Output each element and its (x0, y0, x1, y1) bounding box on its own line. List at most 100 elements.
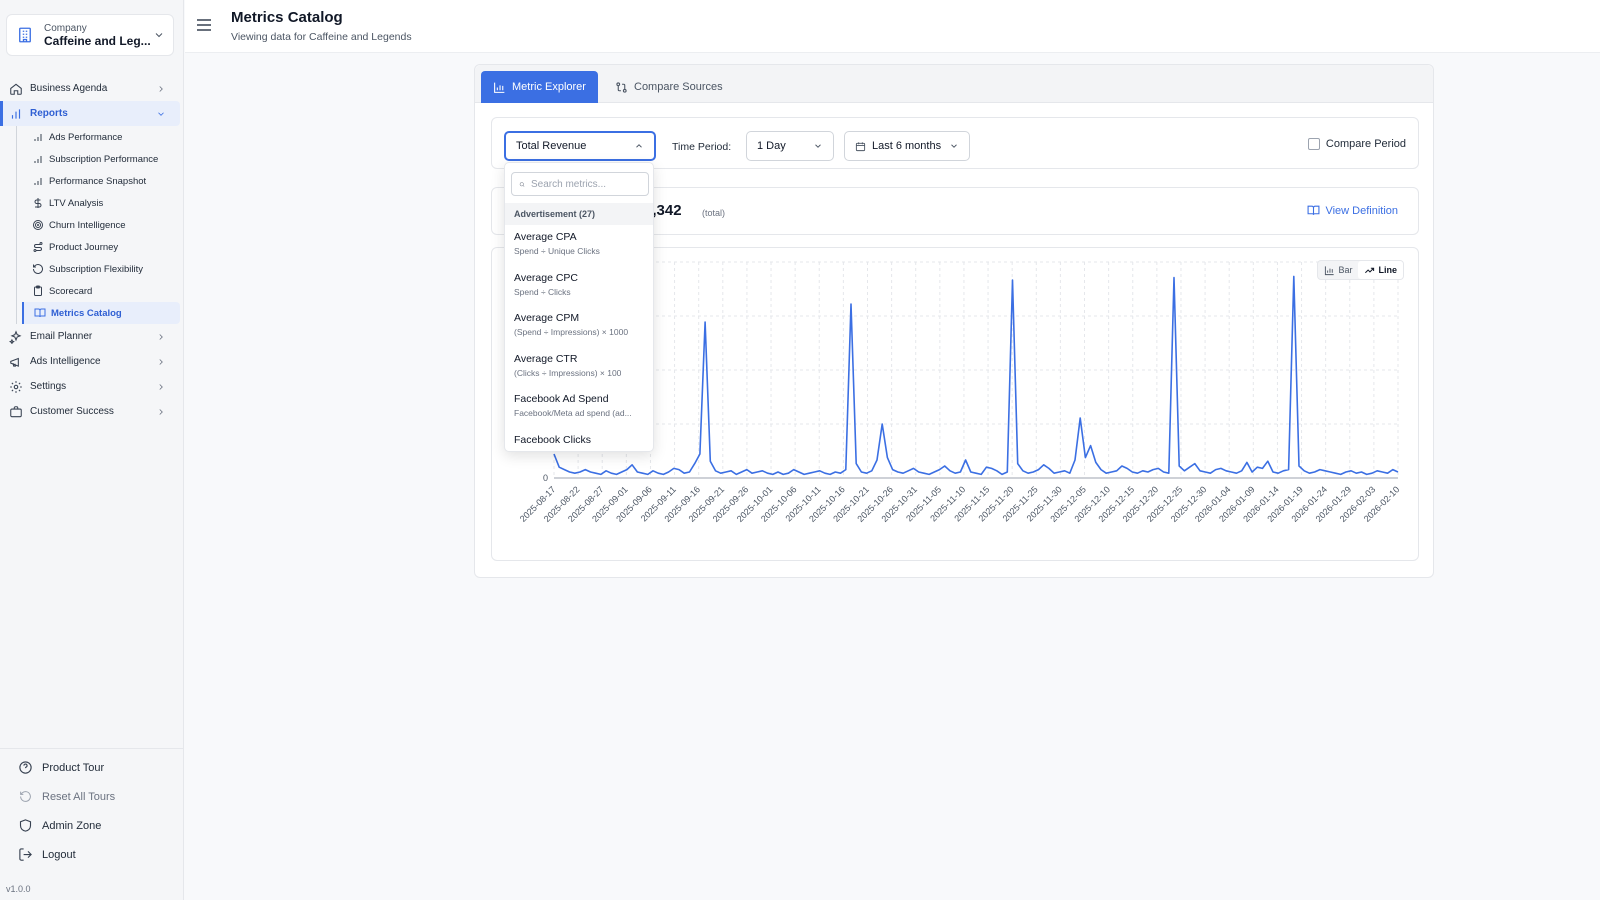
nav-ads-intelligence[interactable]: Ads Intelligence (0, 349, 180, 374)
tab-label: Compare Sources (634, 81, 723, 93)
nav-reports[interactable]: Reports (0, 101, 180, 126)
bar-chart-icon (1325, 265, 1335, 275)
metric-option[interactable]: Average CPA Spend ÷ Unique Clicks (505, 227, 653, 268)
book-open-icon (1307, 205, 1320, 215)
megaphone-icon (9, 355, 23, 369)
metric-option[interactable]: Average CPM (Spend ÷ Impressions) × 1000 (505, 308, 653, 349)
nav-email-planner[interactable]: Email Planner (0, 324, 180, 349)
metric-option-formula: Spend ÷ Unique Clicks (514, 246, 600, 256)
bar-toggle-label: Bar (1338, 265, 1353, 275)
nav-subscription-flexibility[interactable]: Subscription Flexibility (0, 258, 180, 280)
app-version: v1.0.0 (6, 884, 31, 894)
metric-option-name: Average CPC (514, 271, 579, 284)
logout-button[interactable]: Logout (0, 840, 184, 869)
nav-label: Churn Intelligence (49, 219, 126, 231)
main-nav: Business Agenda Reports Ads Performance … (0, 76, 184, 424)
product-tour-button[interactable]: Product Tour (0, 753, 184, 782)
compare-period-checkbox[interactable] (1307, 138, 1320, 150)
metric-select[interactable]: Total Revenue (504, 131, 656, 161)
metric-option-name: Average CPA (514, 231, 577, 243)
nav-label: Reports (30, 108, 68, 119)
company-switcher[interactable]: Company Caffeine and Leg... (6, 14, 174, 56)
nav-subscription-performance[interactable]: Subscription Performance (0, 148, 180, 170)
metric-option-formula: (Clicks ÷ Impressions) × 100 (514, 367, 622, 378)
route-icon (32, 241, 44, 253)
bar-chart-icon (493, 81, 506, 94)
series-line (553, 275, 1399, 476)
metric-option[interactable]: Facebook Clicks (505, 430, 653, 452)
metric-search-input[interactable] (531, 178, 641, 190)
product-tour-label: Product Tour (42, 761, 105, 774)
rotate-icon (18, 789, 33, 804)
dollar-icon (32, 197, 44, 209)
nav-label: LTV Analysis (49, 197, 104, 209)
total-label: (total) (702, 208, 726, 218)
help-circle-icon (18, 760, 33, 775)
sidebar: Company Caffeine and Leg... Business Age… (0, 0, 184, 900)
nav-ltv-analysis[interactable]: LTV Analysis (0, 192, 180, 214)
nav-performance-snapshot[interactable]: Performance Snapshot (0, 170, 180, 192)
menu-icon[interactable] (196, 18, 212, 32)
bar-chart-icon (32, 131, 44, 143)
nav-ads-performance[interactable]: Ads Performance (0, 126, 180, 148)
logout-icon (18, 847, 33, 862)
reset-tours-label: Reset All Tours (42, 790, 116, 803)
tab-compare-sources[interactable]: Compare Sources (603, 71, 735, 103)
nav-metrics-catalog[interactable]: Metrics Catalog (22, 302, 180, 324)
admin-zone-button[interactable]: Admin Zone (0, 811, 184, 840)
bar-chart-icon (9, 107, 23, 121)
nav-product-journey[interactable]: Product Journey (0, 236, 180, 258)
page-title: Metrics Catalog (231, 9, 343, 26)
metric-search (511, 172, 649, 196)
nav-label: Ads Performance (49, 131, 123, 143)
metric-option[interactable]: Average CTR (Clicks ÷ Impressions) × 100 (505, 349, 653, 390)
compare-icon (615, 81, 628, 94)
nav-label: Product Journey (49, 241, 119, 253)
metric-option[interactable]: Facebook Ad Spend Facebook/Meta ad spend… (505, 389, 653, 430)
nav-settings[interactable]: Settings (0, 374, 180, 399)
nav-scorecard[interactable]: Scorecard (0, 280, 180, 302)
nav-label: Performance Snapshot (49, 175, 147, 187)
company-text: Company Caffeine and Leg... (44, 23, 153, 48)
y-tick-label: 0 (543, 473, 548, 483)
metric-dropdown: Advertisement (27) Average CPA Spend ÷ U… (504, 162, 654, 452)
chevron-down-icon (158, 111, 164, 116)
target-icon (32, 219, 44, 231)
time-period-label: Time Period: (672, 141, 732, 153)
nav-customer-success[interactable]: Customer Success (0, 399, 180, 424)
shield-icon (18, 818, 33, 833)
chevron-right-icon (159, 358, 163, 365)
nav-business-agenda[interactable]: Business Agenda (0, 76, 180, 101)
logout-label: Logout (42, 848, 76, 861)
line-toggle-button[interactable]: Line (1358, 261, 1403, 279)
chevron-down-icon (951, 144, 957, 148)
metric-select-value: Total Revenue (516, 140, 587, 152)
metric-option-name: Average CTR (514, 352, 578, 365)
refresh-icon (32, 263, 44, 275)
chevron-down-icon (155, 33, 163, 38)
tab-metric-explorer[interactable]: Metric Explorer (481, 71, 598, 103)
compare-period-toggle[interactable]: Compare Period (1307, 138, 1406, 150)
date-range-select[interactable]: Last 6 months (844, 131, 970, 161)
bottom-nav: Product Tour Reset All Tours Admin Zone … (0, 748, 184, 869)
chevron-right-icon (159, 333, 163, 340)
metric-option[interactable]: Average CPC Spend ÷ Clicks (505, 268, 653, 309)
building-icon (15, 25, 35, 45)
tab-bar: Metric Explorer Compare Sources (475, 65, 1433, 103)
gear-icon (9, 380, 23, 394)
reports-submenu: Ads Performance Subscription Performance… (0, 126, 184, 324)
view-definition-link[interactable]: View Definition (1307, 204, 1398, 217)
bar-toggle-button[interactable]: Bar (1318, 261, 1358, 279)
admin-zone-label: Admin Zone (42, 819, 102, 832)
nav-churn-intelligence[interactable]: Churn Intelligence (0, 214, 180, 236)
time-period-select[interactable]: 1 Day (746, 131, 834, 161)
nav-label: Ads Intelligence (30, 356, 101, 367)
page-header: Metrics Catalog Viewing data for Caffein… (185, 0, 1600, 53)
metric-option-formula: (Spend ÷ Impressions) × 1000 (514, 327, 629, 337)
briefcase-icon (9, 405, 23, 419)
date-range-value: Last 6 months (872, 140, 942, 152)
book-open-icon (34, 307, 46, 319)
sparkles-icon (9, 329, 23, 344)
chart-type-toggle: Bar Line (1317, 260, 1404, 280)
reset-tours-button[interactable]: Reset All Tours (0, 782, 184, 811)
